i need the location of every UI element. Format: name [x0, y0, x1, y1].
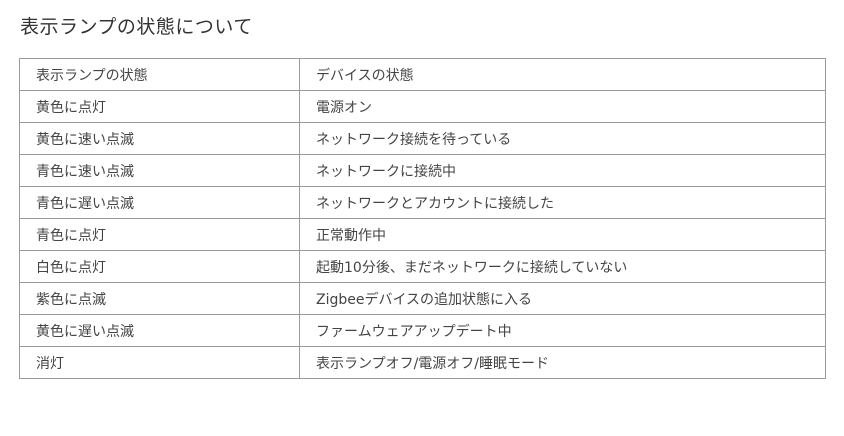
- table-row: 紫色に点滅 Zigbeeデバイスの追加状態に入る: [19, 282, 826, 315]
- device-state-cell: ネットワークに接続中: [299, 154, 826, 187]
- table-row: 白色に点灯 起動10分後、まだネットワークに接続していない: [19, 250, 826, 283]
- table-row: 青色に点灯 正常動作中: [19, 218, 826, 251]
- device-state-cell: 電源オン: [299, 90, 826, 123]
- lamp-state-cell: 黄色に点灯: [19, 90, 300, 123]
- table-row: 青色に速い点滅 ネットワークに接続中: [19, 154, 826, 187]
- lamp-status-table: 表示ランプの状態 デバイスの状態 黄色に点灯 電源オン 黄色に速い点滅 ネットワ…: [19, 58, 826, 379]
- lamp-state-cell: 黄色に遅い点滅: [19, 314, 300, 347]
- header-lamp-state: 表示ランプの状態: [19, 58, 300, 91]
- device-state-cell: ネットワーク接続を待っている: [299, 122, 826, 155]
- page-title: 表示ランプの状態について: [20, 16, 253, 38]
- table-row: 黄色に遅い点滅 ファームウェアアップデート中: [19, 314, 826, 347]
- table-header-row: 表示ランプの状態 デバイスの状態: [19, 58, 826, 91]
- lamp-state-cell: 青色に遅い点滅: [19, 186, 300, 219]
- device-state-cell: ネットワークとアカウントに接続した: [299, 186, 826, 219]
- device-state-cell: 正常動作中: [299, 218, 826, 251]
- lamp-state-cell: 紫色に点滅: [19, 282, 300, 315]
- device-state-cell: 起動10分後、まだネットワークに接続していない: [299, 250, 826, 283]
- table-row: 青色に遅い点滅 ネットワークとアカウントに接続した: [19, 186, 826, 219]
- device-state-cell: 表示ランプオフ/電源オフ/睡眠モード: [299, 346, 826, 379]
- table-row: 黄色に点灯 電源オン: [19, 90, 826, 123]
- device-state-cell: ファームウェアアップデート中: [299, 314, 826, 347]
- lamp-state-cell: 消灯: [19, 346, 300, 379]
- table-row: 消灯 表示ランプオフ/電源オフ/睡眠モード: [19, 346, 826, 379]
- device-state-cell: Zigbeeデバイスの追加状態に入る: [299, 282, 826, 315]
- header-device-state: デバイスの状態: [299, 58, 826, 91]
- lamp-state-cell: 白色に点灯: [19, 250, 300, 283]
- lamp-state-cell: 青色に点灯: [19, 218, 300, 251]
- lamp-state-cell: 黄色に速い点滅: [19, 122, 300, 155]
- lamp-state-cell: 青色に速い点滅: [19, 154, 300, 187]
- table-row: 黄色に速い点滅 ネットワーク接続を待っている: [19, 122, 826, 155]
